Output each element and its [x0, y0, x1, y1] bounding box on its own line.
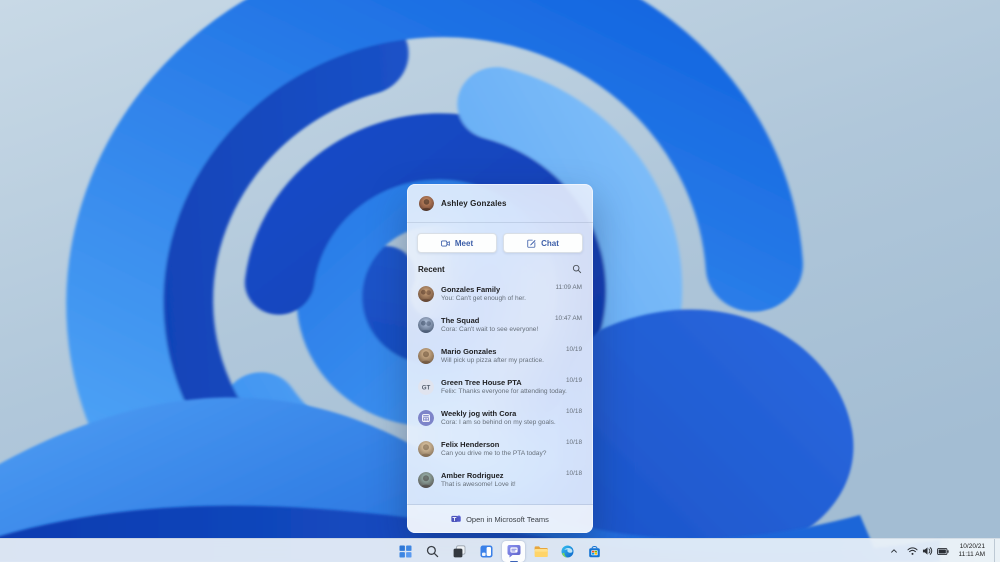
microsoft-store-icon [589, 545, 600, 557]
tray-time: 11:11 AM [958, 551, 986, 558]
recent-row: Recent [407, 262, 593, 278]
widgets-button[interactable] [475, 541, 498, 562]
chat-item-preview: Cora: I am so behind on my step goals. [441, 419, 556, 426]
chat-button[interactable]: Chat [503, 233, 583, 253]
file-explorer-icon [534, 545, 548, 557]
chat-item-avatar [418, 440, 434, 457]
wifi-icon [906, 547, 918, 555]
tray-overflow-button[interactable] [888, 542, 900, 560]
chat-item-time: 11:09 AM [555, 284, 582, 291]
chat-list-item[interactable]: The Squad Cora: Can't wait to see everyo… [407, 309, 593, 340]
edge-button[interactable] [556, 541, 579, 562]
chat-list-item[interactable]: Gonzales Family You: Can't get enough of… [407, 278, 593, 309]
chat-item-preview: You: Can't get enough of her. [441, 295, 526, 302]
file-explorer-button[interactable] [529, 541, 552, 562]
task-view-button[interactable] [448, 541, 471, 562]
chat-list-item[interactable]: Felix Henderson Can you drive me to the … [407, 433, 593, 464]
chat-item-preview: That is awesome! Love it! [441, 481, 516, 488]
chevron-up-icon [890, 549, 897, 553]
chat-item-avatar [418, 285, 434, 302]
chat-item-name: Weekly jog with Cora [441, 409, 517, 418]
teams-chat-button[interactable] [502, 540, 525, 562]
quick-settings-button[interactable] [904, 544, 952, 558]
open-in-teams-label: Open in Microsoft Teams [466, 514, 549, 524]
chat-list-item[interactable]: Amber Rodriguez That is awesome! Love it… [407, 464, 593, 495]
chat-item-time: 10/18 [566, 408, 582, 415]
chat-item-time: 10:47 AM [554, 315, 582, 322]
taskbar: 10/20/21 11:11 AM [0, 538, 1000, 562]
chat-item-avatar: GT [418, 378, 434, 395]
edge-icon [561, 545, 574, 557]
chat-item-name: Felix Henderson [441, 440, 500, 449]
chat-item-preview: Can you drive me to the PTA today? [441, 450, 547, 457]
compose-icon [527, 239, 536, 248]
search-icon [426, 545, 439, 557]
chat-item-preview: Cora: Can't wait to see everyone! [441, 326, 539, 333]
photo-avatar [418, 440, 434, 457]
chat-item-name: Green Tree House PTA [441, 378, 522, 387]
chat-item-avatar [418, 471, 434, 488]
battery-icon [936, 547, 949, 555]
chat-list-item[interactable]: Weekly jog with Cora Cora: I am so behin… [407, 402, 593, 433]
svg-text:GT: GT [422, 384, 431, 391]
volume-icon [922, 547, 932, 555]
teams-chat-flyout: Ashley Gonzales Meet Chat Recent Gonzale… [407, 184, 593, 533]
show-desktop-button[interactable] [994, 539, 997, 562]
chat-list-item[interactable]: Mario Gonzales Will pick up pizza after … [407, 340, 593, 371]
photo-avatar [418, 285, 434, 302]
desktop: Ashley Gonzales Meet Chat Recent Gonzale… [0, 0, 1000, 562]
photo-avatar [418, 316, 434, 333]
chat-item-time: 10/18 [566, 439, 582, 446]
windows-start-icon [399, 545, 412, 557]
video-camera-icon [440, 240, 450, 246]
open-in-teams-button[interactable]: Open in Microsoft Teams [407, 505, 593, 533]
photo-avatar [418, 471, 434, 488]
recent-title: Recent [418, 264, 445, 274]
chat-item-preview: Will pick up pizza after my practice. [441, 357, 544, 364]
chat-item-name: Mario Gonzales [441, 347, 497, 356]
chat-button-label: Chat [541, 238, 559, 248]
actions-row: Meet Chat [407, 223, 593, 262]
calendar-icon [418, 409, 434, 426]
tray-date: 10/20/21 [959, 543, 985, 550]
chat-item-name: Amber Rodriguez [441, 471, 504, 480]
panel-footer: Open in Microsoft Teams [407, 504, 593, 533]
chat-item-time: 10/19 [566, 377, 582, 384]
photo-avatar [418, 347, 434, 364]
taskbar-center-icons [394, 539, 606, 562]
chat-item-preview: Felix: Thanks everyone for attending tod… [441, 388, 567, 395]
chat-item-time: 10/18 [566, 470, 582, 477]
clock[interactable]: 10/20/21 11:11 AM [956, 543, 989, 559]
meet-button[interactable]: Meet [417, 233, 497, 253]
search-button[interactable] [421, 541, 444, 562]
chat-item-avatar [418, 409, 434, 426]
start-button[interactable] [394, 541, 417, 562]
chat-list-item[interactable]: GT Green Tree House PTA Felix: Thanks ev… [407, 371, 593, 402]
microsoft-store-button[interactable] [583, 541, 606, 562]
widgets-icon [480, 545, 493, 557]
search-icon[interactable] [572, 264, 582, 274]
user-avatar [418, 195, 434, 211]
teams-icon [451, 515, 461, 522]
chat-item-avatar [418, 316, 434, 333]
initials-avatar: GT [418, 378, 434, 395]
chat-list: Gonzales Family You: Can't get enough of… [407, 278, 593, 504]
chat-item-avatar [418, 347, 434, 364]
system-tray: 10/20/21 11:11 AM [888, 539, 998, 562]
chat-item-time: 10/19 [566, 346, 582, 353]
user-name: Ashley Gonzales [441, 198, 507, 208]
meet-button-label: Meet [454, 238, 474, 248]
chat-header[interactable]: Ashley Gonzales [407, 184, 593, 222]
task-view-icon [453, 544, 466, 557]
teams-chat-icon [507, 545, 520, 558]
